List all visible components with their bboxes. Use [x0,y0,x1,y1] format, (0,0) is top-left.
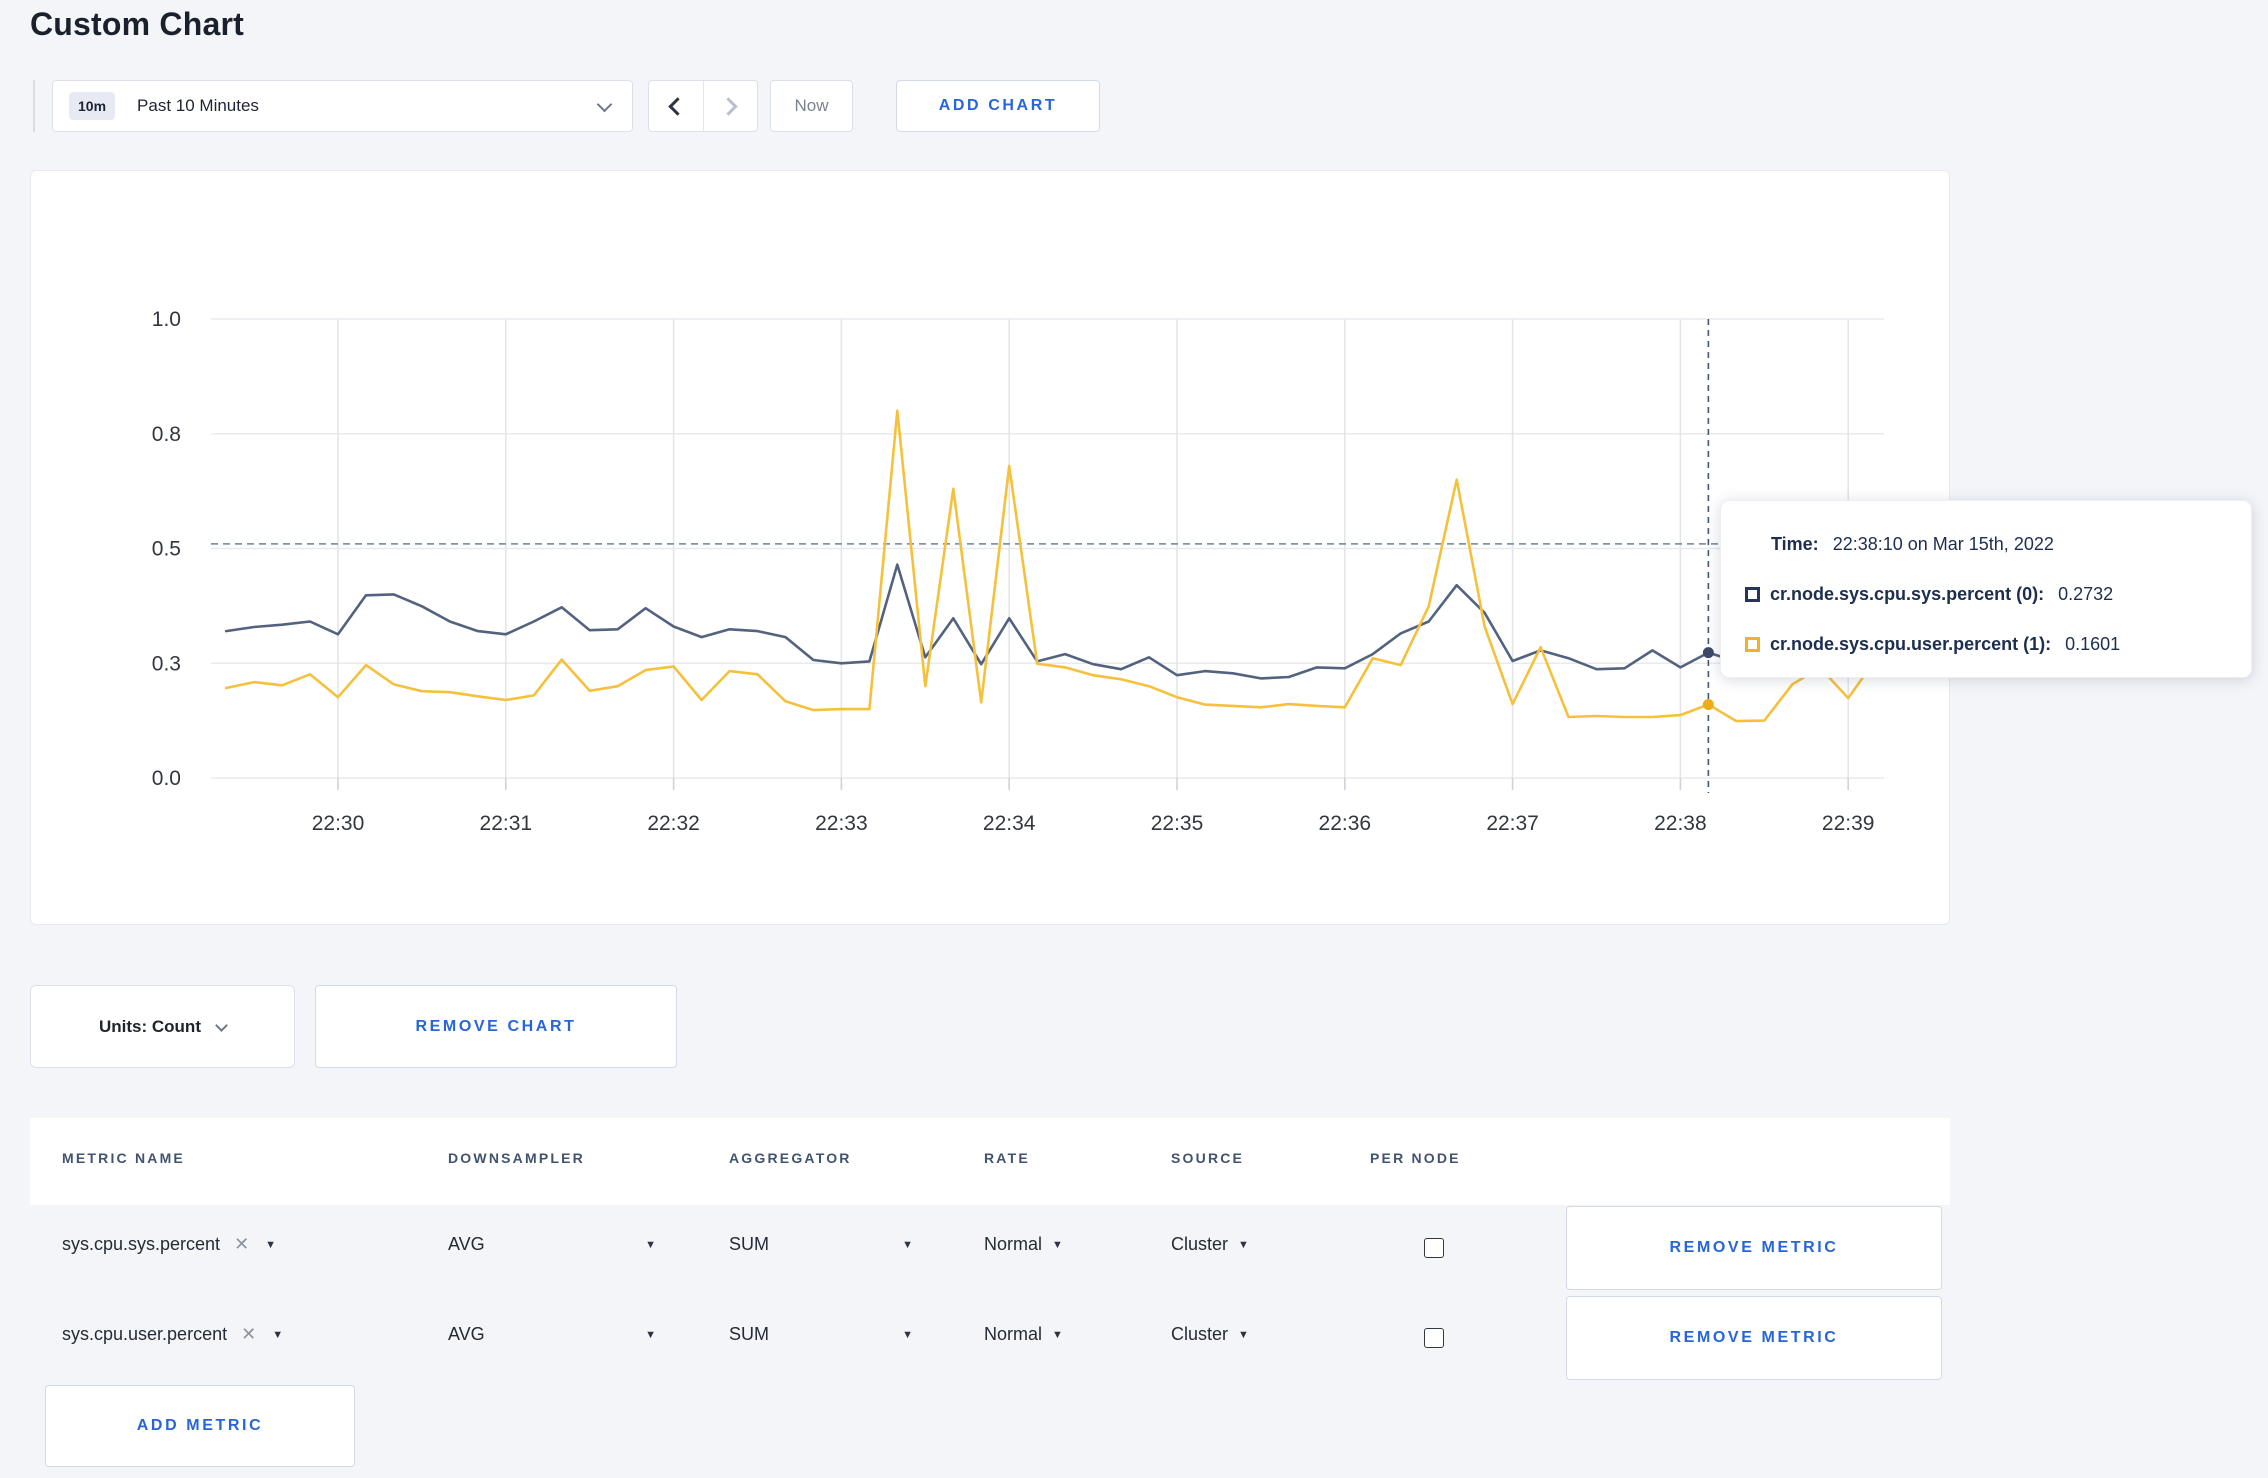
series-line-cr.node.sys.cpu.user.percent [224,409,1878,723]
x-axis-label: 22:31 [480,812,533,835]
chevron-down-icon [215,1018,228,1032]
remove-metric-button[interactable]: REMOVE METRIC [1566,1296,1942,1380]
chart-tooltip: Time: 22:38:10 on Mar 15th, 2022 cr.node… [1720,500,2252,678]
downsampler-value: AVG [448,1234,485,1254]
tooltip-time-label: Time: [1771,533,1819,554]
caret-down-icon: ▼ [1052,1238,1063,1251]
series-sys-swatch-icon [1745,586,1760,602]
caret-down-icon: ▼ [902,1328,913,1341]
units-select[interactable]: Units: Count [30,985,295,1068]
source-dropdown[interactable]: Cluster ▼ [1171,1324,1249,1345]
tooltip-series-value: 0.1601 [2065,633,2121,654]
downsampler-dropdown[interactable]: AVG ▼ [448,1324,656,1345]
source-dropdown[interactable]: Cluster ▼ [1171,1234,1249,1255]
add-chart-button[interactable]: ADD CHART [896,80,1100,132]
aggregator-dropdown[interactable]: SUM ▼ [729,1234,913,1255]
caret-down-icon: ▼ [1238,1328,1249,1341]
x-axis-label: 22:37 [1486,812,1539,835]
col-header-aggregator: AGGREGATOR [729,1150,852,1166]
tooltip-series-row: cr.node.sys.cpu.sys.percent (0): 0.2732 [1745,577,2227,611]
metric-name-dropdown[interactable]: sys.cpu.user.percent ✕ ▼ [62,1324,283,1345]
tooltip-series-value: 0.2732 [2058,583,2114,604]
caret-down-icon: ▼ [272,1328,284,1341]
time-window-select[interactable]: 10m Past 10 Minutes [52,80,633,132]
metric-name: sys.cpu.user.percent [62,1324,228,1344]
aggregator-dropdown[interactable]: SUM ▼ [729,1324,913,1345]
tooltip-series-name: cr.node.sys.cpu.user.percent (1): [1770,633,2052,654]
col-header-metric-name: METRIC NAME [62,1150,185,1166]
tooltip-series-name: cr.node.sys.cpu.sys.percent (0): [1770,583,2045,604]
downsampler-dropdown[interactable]: AVG ▼ [448,1234,656,1255]
tooltip-time-value: 22:38:10 on Mar 15th, 2022 [1832,533,2054,554]
source-value: Cluster [1171,1324,1229,1344]
rate-value: Normal [984,1324,1043,1344]
series-user-swatch-icon [1745,636,1760,652]
chevron-down-icon [596,96,613,112]
caret-down-icon: ▼ [645,1328,656,1341]
caret-down-icon: ▼ [1238,1238,1249,1251]
chart-panel[interactable]: 0.0 0.3 0.5 0.8 1.0 22:30 22:31 22:32 22:33 22:34… [30,170,1950,925]
remove-metric-button[interactable]: REMOVE METRIC [1566,1206,1942,1290]
time-window-badge: 10m [69,92,116,120]
aggregator-value: SUM [729,1324,769,1344]
rate-dropdown[interactable]: Normal ▼ [984,1324,1063,1345]
hover-dot-cr.node.sys.cpu.sys.percent [1702,647,1714,659]
tooltip-series-row: cr.node.sys.cpu.user.percent (1): 0.1601 [1745,627,2227,661]
x-axis-label: 22:30 [312,812,365,835]
rate-dropdown[interactable]: Normal ▼ [984,1234,1063,1255]
source-value: Cluster [1171,1234,1229,1254]
page-title: Custom Chart [30,6,244,42]
x-axis-label: 22:34 [983,812,1036,835]
clear-metric-icon[interactable]: ✕ [241,1324,256,1345]
caret-down-icon: ▼ [265,1238,277,1251]
caret-down-icon: ▼ [1052,1328,1063,1341]
timeseries-chart[interactable]: 0.0 0.3 0.5 0.8 1.0 22:30 22:31 22:32 22:33 22:34… [31,171,1951,926]
clear-metric-icon[interactable]: ✕ [234,1234,249,1255]
chevron-right-icon [719,96,738,116]
add-metric-button[interactable]: ADD METRIC [45,1385,355,1467]
remove-chart-button[interactable]: REMOVE CHART [315,985,677,1068]
units-label: Units: Count [99,1016,201,1036]
x-axis-label: 22:32 [647,812,700,835]
metric-name-dropdown[interactable]: sys.cpu.sys.percent ✕ ▼ [62,1234,276,1255]
toolbar-divider [33,80,35,132]
tooltip-time-row: Time: 22:38:10 on Mar 15th, 2022 [1745,527,2227,561]
y-axis-label: 0.5 [152,538,181,561]
col-header-source: SOURCE [1171,1150,1245,1166]
caret-down-icon: ▼ [645,1238,656,1251]
y-axis-label: 0.8 [152,423,181,446]
x-axis-label: 22:38 [1654,812,1707,835]
y-axis-label: 0.3 [152,652,181,675]
col-header-rate: RATE [984,1150,1030,1166]
chevron-left-icon [668,96,687,116]
y-axis-label: 1.0 [152,308,181,331]
downsampler-value: AVG [448,1324,485,1344]
prev-interval-button[interactable] [649,81,703,131]
x-axis-label: 22:36 [1319,812,1372,835]
hover-dot-cr.node.sys.cpu.user.percent [1702,699,1714,711]
time-step-buttons [648,80,758,132]
caret-down-icon: ▼ [902,1238,913,1251]
now-button[interactable]: Now [770,80,853,132]
rate-value: Normal [984,1234,1043,1254]
x-axis-label: 22:39 [1822,812,1875,835]
per-node-checkbox[interactable] [1424,1238,1444,1258]
per-node-checkbox[interactable] [1424,1328,1444,1348]
series-line-cr.node.sys.cpu.sys.percent [224,563,1878,680]
time-window-label: Past 10 Minutes [137,96,259,115]
metric-name: sys.cpu.sys.percent [62,1234,221,1254]
col-header-downsampler: DOWNSAMPLER [448,1150,585,1166]
aggregator-value: SUM [729,1234,769,1254]
x-axis-label: 22:35 [1151,812,1204,835]
x-axis-label: 22:33 [815,812,868,835]
y-axis-label: 0.0 [152,767,181,790]
col-header-per-node: PER NODE [1370,1150,1461,1166]
next-interval-button[interactable] [702,81,758,131]
